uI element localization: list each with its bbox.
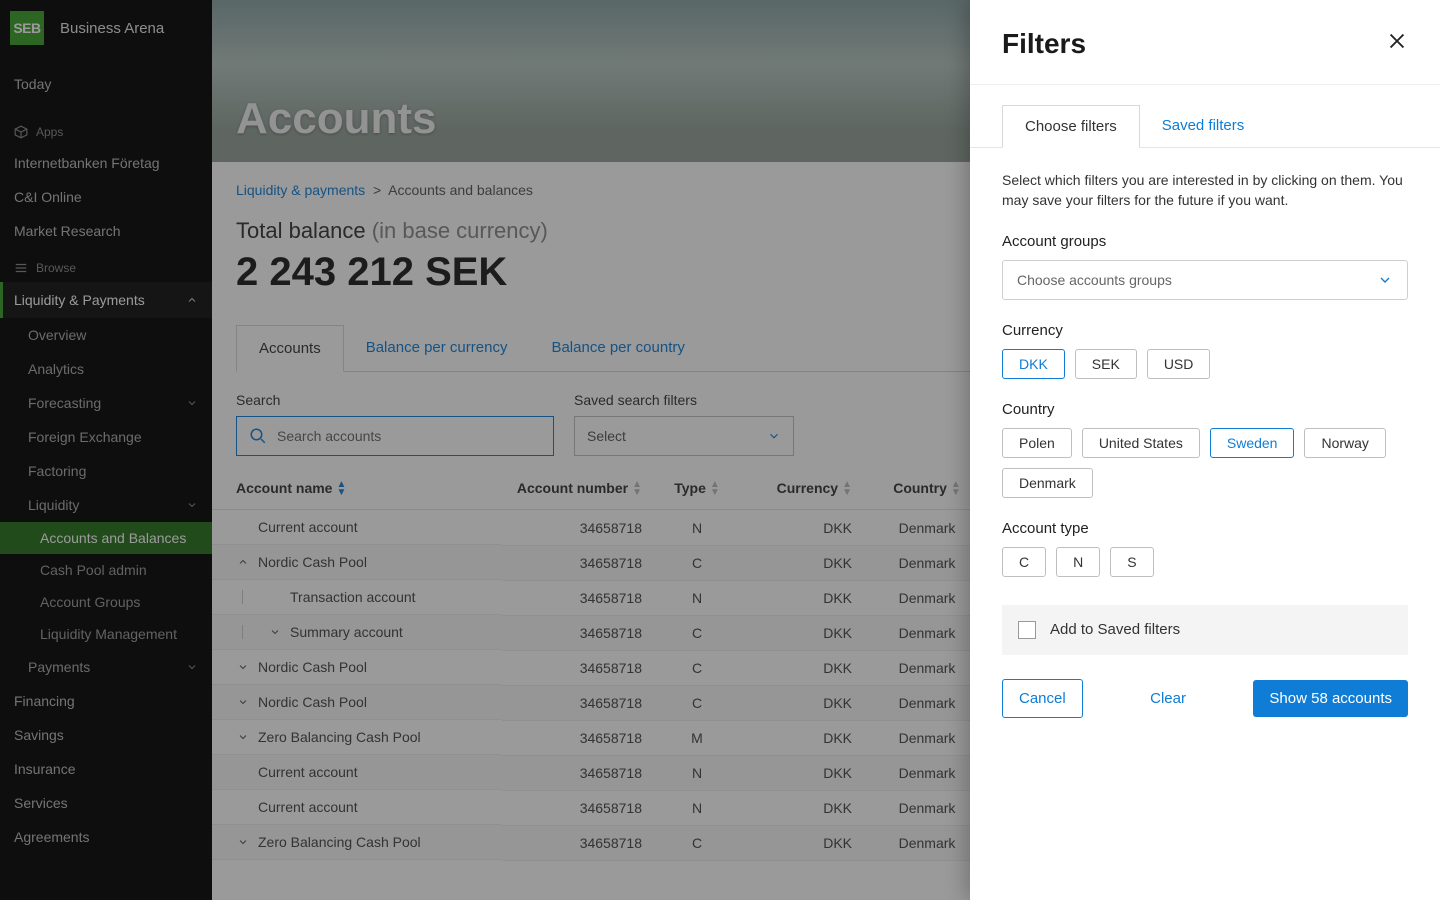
label-currency: Currency bbox=[1002, 322, 1408, 339]
clear-button[interactable]: Clear bbox=[1134, 680, 1202, 717]
drawer-tab-saved[interactable]: Saved filters bbox=[1140, 105, 1267, 147]
type-chip-s[interactable]: S bbox=[1110, 547, 1153, 577]
drawer-title: Filters bbox=[1002, 28, 1086, 60]
close-icon bbox=[1386, 30, 1408, 52]
drawer-intro: Select which filters you are interested … bbox=[1002, 170, 1408, 211]
country-chip-polen[interactable]: Polen bbox=[1002, 428, 1072, 458]
country-chip-united-states[interactable]: United States bbox=[1082, 428, 1200, 458]
filters-drawer: Filters Choose filters Saved filters Sel… bbox=[970, 0, 1440, 900]
country-chip-norway[interactable]: Norway bbox=[1304, 428, 1385, 458]
chevron-down-icon bbox=[1377, 272, 1393, 288]
label-account-groups: Account groups bbox=[1002, 233, 1408, 250]
close-button[interactable] bbox=[1386, 30, 1408, 58]
country-chip-sweden[interactable]: Sweden bbox=[1210, 428, 1295, 458]
add-to-saved-row[interactable]: Add to Saved filters bbox=[1002, 605, 1408, 655]
label-account-type: Account type bbox=[1002, 520, 1408, 537]
currency-chip-dkk[interactable]: DKK bbox=[1002, 349, 1065, 379]
show-accounts-button[interactable]: Show 58 accounts bbox=[1253, 680, 1408, 717]
country-chip-denmark[interactable]: Denmark bbox=[1002, 468, 1093, 498]
currency-chip-usd[interactable]: USD bbox=[1147, 349, 1211, 379]
currency-chip-sek[interactable]: SEK bbox=[1075, 349, 1137, 379]
type-chip-c[interactable]: C bbox=[1002, 547, 1046, 577]
cancel-button[interactable]: Cancel bbox=[1002, 679, 1083, 718]
add-to-saved-checkbox[interactable] bbox=[1018, 621, 1036, 639]
label-country: Country bbox=[1002, 401, 1408, 418]
type-chip-n[interactable]: N bbox=[1056, 547, 1100, 577]
account-groups-select[interactable]: Choose accounts groups bbox=[1002, 260, 1408, 300]
drawer-tab-choose[interactable]: Choose filters bbox=[1002, 105, 1140, 148]
